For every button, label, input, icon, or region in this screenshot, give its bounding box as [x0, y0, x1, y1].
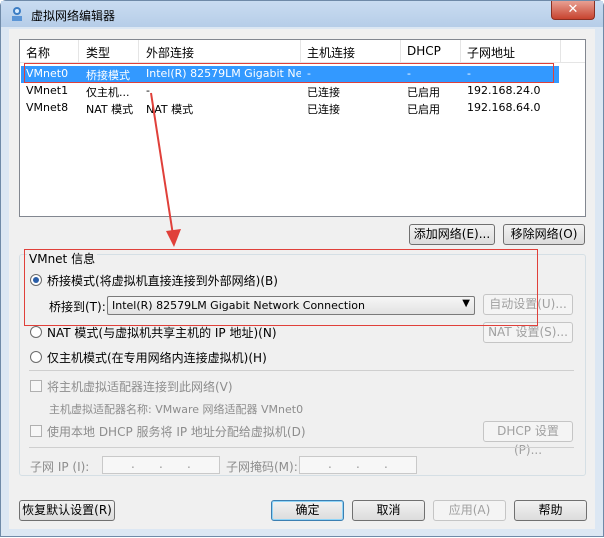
virtual-network-editor-window: 虚拟网络编辑器 ✕ 名称 类型 外部连接 主机连接 DHCP 子网地址 VMne…	[0, 0, 604, 537]
annotation-arrow	[150, 92, 181, 247]
